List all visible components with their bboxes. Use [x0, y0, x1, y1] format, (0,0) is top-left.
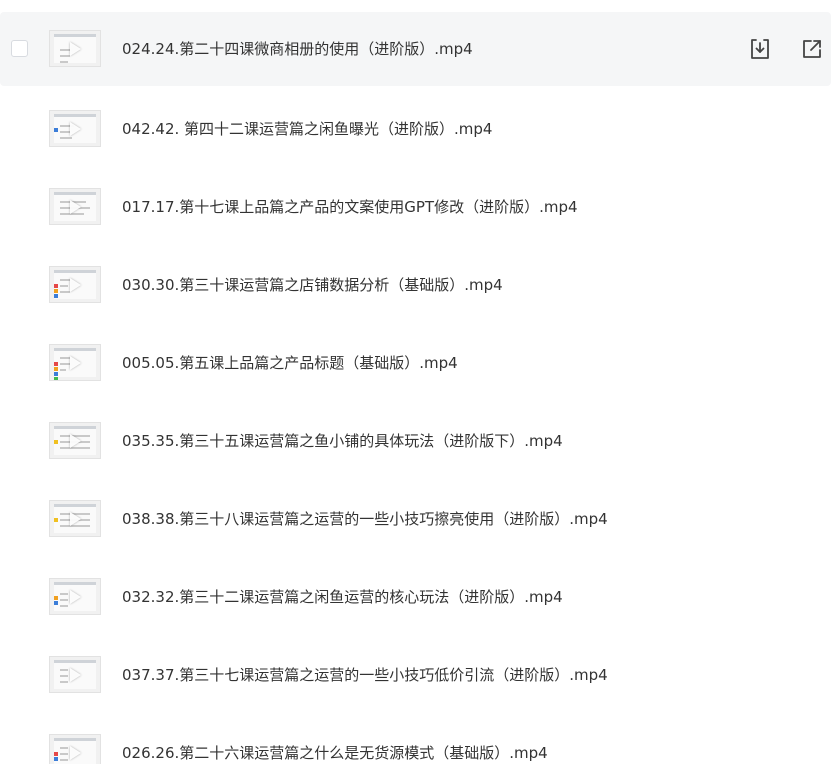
file-name[interactable]: 017.17.第十七课上品篇之产品的文案使用GPT修改（进阶版）.mp4	[122, 170, 578, 244]
file-name[interactable]: 005.05.第五课上品篇之产品标题（基础版）.mp4	[122, 326, 458, 400]
file-row[interactable]: 026.26.第二十六课运营篇之什么是无货源模式（基础版）.mp4	[0, 716, 831, 764]
play-icon	[70, 278, 81, 292]
select-checkbox[interactable]	[11, 40, 28, 57]
play-icon	[70, 746, 81, 760]
share-icon[interactable]	[800, 37, 824, 61]
play-icon	[70, 200, 81, 214]
file-list: 024.24.第二十四课微商相册的使用（进阶版）.mp4 042.42. 第四十二…	[0, 0, 831, 764]
file-row[interactable]: 032.32.第三十二课运营篇之闲鱼运营的核心玩法（进阶版）.mp4	[0, 560, 831, 634]
file-name[interactable]: 035.35.第三十五课运营篇之鱼小铺的具体玩法（进阶版下）.mp4	[122, 404, 563, 478]
video-thumbnail[interactable]	[49, 188, 101, 225]
video-thumbnail[interactable]	[49, 578, 101, 615]
play-icon	[70, 122, 81, 136]
file-name[interactable]: 026.26.第二十六课运营篇之什么是无货源模式（基础版）.mp4	[122, 716, 548, 764]
file-row[interactable]: 017.17.第十七课上品篇之产品的文案使用GPT修改（进阶版）.mp4	[0, 170, 831, 244]
file-row[interactable]: 030.30.第三十课运营篇之店铺数据分析（基础版）.mp4	[0, 248, 831, 322]
video-thumbnail[interactable]	[49, 422, 101, 459]
video-thumbnail[interactable]	[49, 30, 101, 67]
file-name[interactable]: 030.30.第三十课运营篇之店铺数据分析（基础版）.mp4	[122, 248, 503, 322]
video-thumbnail[interactable]	[49, 734, 101, 764]
play-icon	[70, 512, 81, 526]
video-thumbnail[interactable]	[49, 110, 101, 147]
play-icon	[70, 42, 81, 56]
play-icon	[70, 356, 81, 370]
file-name[interactable]: 032.32.第三十二课运营篇之闲鱼运营的核心玩法（进阶版）.mp4	[122, 560, 563, 634]
play-icon	[70, 434, 81, 448]
video-thumbnail[interactable]	[49, 266, 101, 303]
file-name[interactable]: 024.24.第二十四课微商相册的使用（进阶版）.mp4	[122, 12, 473, 86]
file-row[interactable]: 005.05.第五课上品篇之产品标题（基础版）.mp4	[0, 326, 831, 400]
file-row[interactable]: 037.37.第三十七课运营篇之运营的一些小技巧低价引流（进阶版）.mp4	[0, 638, 831, 712]
file-row[interactable]: 035.35.第三十五课运营篇之鱼小铺的具体玩法（进阶版下）.mp4	[0, 404, 831, 478]
download-icon[interactable]	[748, 37, 772, 61]
file-name[interactable]: 038.38.第三十八课运营篇之运营的一些小技巧擦亮使用（进阶版）.mp4	[122, 482, 608, 556]
file-row[interactable]: 024.24.第二十四课微商相册的使用（进阶版）.mp4	[0, 12, 831, 86]
file-row[interactable]: 042.42. 第四十二课运营篇之闲鱼曝光（进阶版）.mp4	[0, 92, 831, 166]
video-thumbnail[interactable]	[49, 344, 101, 381]
video-thumbnail[interactable]	[49, 500, 101, 537]
file-name[interactable]: 037.37.第三十七课运营篇之运营的一些小技巧低价引流（进阶版）.mp4	[122, 638, 608, 712]
video-thumbnail[interactable]	[49, 656, 101, 693]
file-name[interactable]: 042.42. 第四十二课运营篇之闲鱼曝光（进阶版）.mp4	[122, 92, 492, 166]
play-icon	[70, 590, 81, 604]
play-icon	[70, 668, 81, 682]
file-row[interactable]: 038.38.第三十八课运营篇之运营的一些小技巧擦亮使用（进阶版）.mp4	[0, 482, 831, 556]
